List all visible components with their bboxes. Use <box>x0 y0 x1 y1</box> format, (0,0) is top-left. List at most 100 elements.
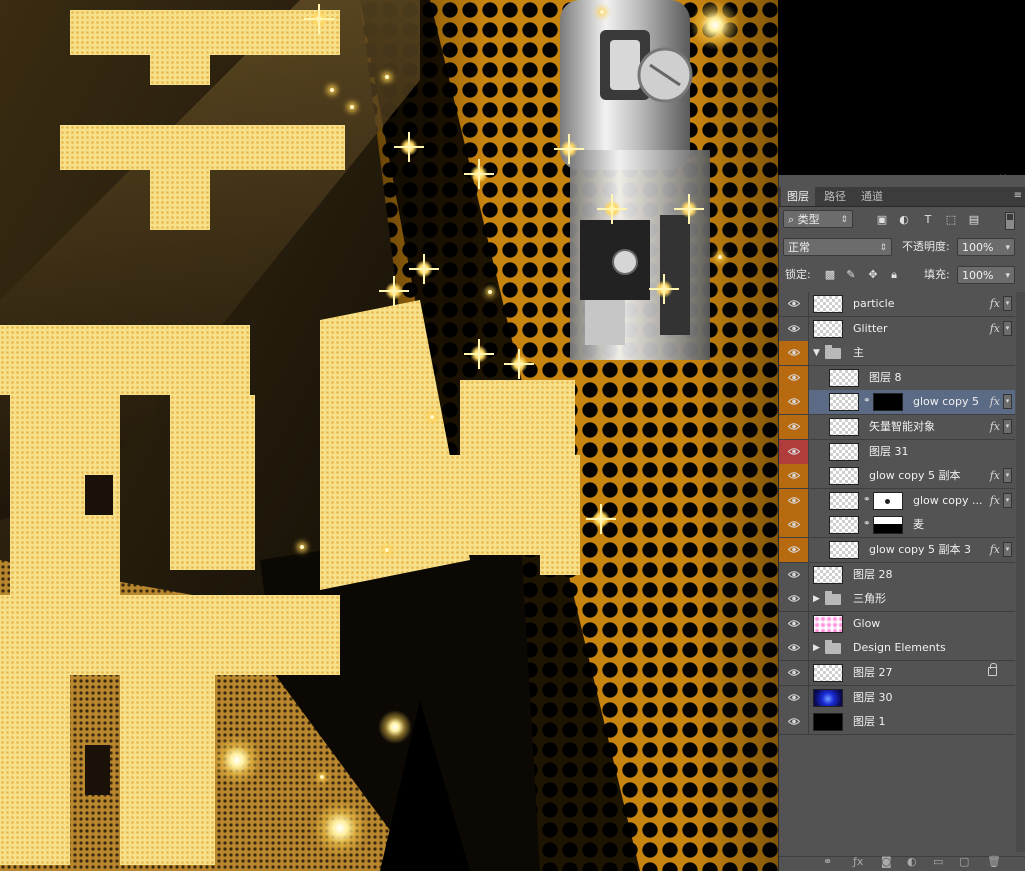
particle <box>430 415 434 419</box>
layer-effects-fx-icon[interactable]: fx <box>990 538 1000 562</box>
folder-icon <box>825 345 841 360</box>
effects-expand-icon[interactable]: ▾ <box>1003 492 1012 508</box>
layer-effects-fx-icon[interactable]: fx <box>990 489 1000 513</box>
effects-expand-icon[interactable]: ▾ <box>1003 542 1012 557</box>
visibility-eye-icon[interactable] <box>779 292 809 316</box>
shape-filter-icon[interactable]: ⬚ <box>944 213 958 227</box>
layer-thumbnail <box>829 491 859 510</box>
layer-thumbnail <box>829 442 859 461</box>
layer-group-row[interactable]: ▶ Design Elements <box>779 636 1015 662</box>
link-icon[interactable]: ⚭ <box>823 855 832 868</box>
visibility-eye-icon[interactable] <box>779 636 809 661</box>
mask-link-icon[interactable]: ⚭ <box>863 495 871 506</box>
blend-mode-select[interactable]: 正常 ⇕ <box>783 238 892 256</box>
visibility-eye-icon[interactable] <box>779 513 809 538</box>
mask-link-icon[interactable]: ⚭ <box>863 396 871 407</box>
layer-row[interactable]: glow copy 5 副本 3 fx ▾ <box>779 538 1015 563</box>
layer-mask-thumbnail[interactable] <box>873 516 903 535</box>
layer-group-row[interactable]: ▼ 主 <box>779 341 1015 367</box>
layer-row[interactable]: 图层 31 <box>779 439 1015 465</box>
visibility-eye-icon[interactable] <box>779 488 809 513</box>
visibility-eye-icon[interactable] <box>779 611 809 636</box>
layer-effects-fx-icon[interactable]: fx <box>990 464 1000 488</box>
filter-row: ⌕ 类型 ⇕ ▣ ◐ T ⬚ ▤ <box>783 210 1023 230</box>
particle <box>718 255 722 259</box>
visibility-eye-icon[interactable] <box>779 415 809 439</box>
sparkle <box>394 132 424 162</box>
layers-scrollbar[interactable] <box>1016 292 1025 852</box>
layer-mask-thumbnail[interactable] <box>873 491 903 510</box>
visibility-eye-icon[interactable] <box>779 365 809 390</box>
tab-paths[interactable]: 路径 <box>818 187 852 206</box>
layer-effects-fx-icon[interactable]: fx <box>990 292 1000 316</box>
particle <box>600 10 604 14</box>
layer-row[interactable]: 图层 8 <box>779 365 1015 391</box>
panel-menu-icon[interactable]: ≡ <box>1014 190 1022 201</box>
lock-all-icon[interactable]: 🔒︎ <box>887 268 901 282</box>
fill-field[interactable]: 100% ▾ <box>957 266 1015 284</box>
tab-channels[interactable]: 通道 <box>855 187 889 206</box>
tab-layers[interactable]: 图层 <box>781 187 815 206</box>
effects-expand-icon[interactable]: ▾ <box>1003 296 1012 311</box>
adjustment-icon[interactable]: ◐ <box>907 855 917 868</box>
document-canvas[interactable] <box>0 0 778 871</box>
filter-toggle[interactable] <box>1005 212 1015 230</box>
folder-icon[interactable]: ▭ <box>933 855 943 868</box>
new-layer-icon[interactable]: ▢ <box>959 855 969 868</box>
visibility-eye-icon[interactable] <box>779 439 809 464</box>
visibility-eye-icon[interactable] <box>779 538 809 562</box>
visibility-eye-icon[interactable] <box>779 710 809 735</box>
adjustment-filter-icon[interactable]: ◐ <box>897 213 911 227</box>
particle <box>385 75 389 79</box>
chevron-down-icon: ▾ <box>1005 271 1010 281</box>
layer-row[interactable]: 矢量智能对象 fx ▾ <box>779 415 1015 440</box>
layer-row[interactable]: 图层 27 <box>779 661 1015 686</box>
layer-row[interactable]: ⚭ 麦 <box>779 513 1015 539</box>
visibility-eye-icon[interactable] <box>779 341 809 366</box>
trash-icon[interactable]: 🗑︎ <box>987 855 1001 868</box>
visibility-eye-icon[interactable] <box>779 316 809 341</box>
layer-row[interactable]: ⚭ glow copy ... fx ▾ <box>779 488 1015 514</box>
filter-kind-select[interactable]: ⌕ 类型 ⇕ <box>783 210 853 228</box>
mask-icon[interactable]: ◙ <box>881 855 892 868</box>
layer-row[interactable]: particle fx ▾ <box>779 292 1015 317</box>
layer-row[interactable]: Glitter fx ▾ <box>779 316 1015 342</box>
visibility-eye-icon[interactable] <box>779 390 809 415</box>
visibility-eye-icon[interactable] <box>779 587 809 612</box>
particle <box>300 545 304 549</box>
fx-icon[interactable]: ƒx <box>853 855 863 868</box>
visibility-eye-icon[interactable] <box>779 464 809 489</box>
opacity-field[interactable]: 100% ▾ <box>957 238 1015 256</box>
effects-expand-icon[interactable]: ▾ <box>1003 419 1012 434</box>
layer-row[interactable]: 图层 1 <box>779 710 1015 736</box>
layer-mask-thumbnail[interactable] <box>873 393 903 412</box>
layer-row[interactable]: ⚭ glow copy 5 fx ▾ <box>779 390 1015 416</box>
lock-transparency-icon[interactable]: ▩ <box>823 268 837 282</box>
layer-effects-fx-icon[interactable]: fx <box>990 390 1000 414</box>
layer-row[interactable]: 图层 30 <box>779 685 1015 711</box>
visibility-eye-icon[interactable] <box>779 562 809 587</box>
particle <box>330 88 334 92</box>
lock-pixels-icon[interactable]: ✎ <box>844 268 858 282</box>
collapse-triangle-icon[interactable]: ▶ <box>813 636 820 660</box>
type-filter-icon[interactable]: T <box>921 213 935 227</box>
effects-expand-icon[interactable]: ▾ <box>1003 394 1012 410</box>
layer-row[interactable]: 图层 28 <box>779 562 1015 588</box>
layer-effects-fx-icon[interactable]: fx <box>990 415 1000 439</box>
layer-row[interactable]: glow copy 5 副本 fx ▾ <box>779 464 1015 490</box>
effects-expand-icon[interactable]: ▾ <box>1003 468 1012 484</box>
collapse-triangle-icon[interactable]: ▶ <box>813 587 820 611</box>
effects-expand-icon[interactable]: ▾ <box>1003 320 1012 336</box>
pixel-filter-icon[interactable]: ▣ <box>875 213 889 227</box>
smart-object-filter-icon[interactable]: ▤ <box>967 213 981 227</box>
layer-row[interactable]: Glow <box>779 611 1015 637</box>
layer-effects-fx-icon[interactable]: fx <box>990 317 1000 341</box>
layer-group-row[interactable]: ▶ 三角形 <box>779 587 1015 613</box>
expand-triangle-icon[interactable]: ▼ <box>813 341 820 365</box>
mask-link-icon[interactable]: ⚭ <box>863 519 871 530</box>
layers-panel: 图层 路径 通道 ≡ ⌕ 类型 ⇕ ▣ ◐ T ⬚ ▤ 正常 ⇕ 不透明度: 1… <box>778 175 1025 871</box>
visibility-eye-icon[interactable] <box>779 661 809 685</box>
layer-thumbnail <box>813 713 843 732</box>
lock-position-icon[interactable]: ✥ <box>866 268 880 282</box>
visibility-eye-icon[interactable] <box>779 685 809 710</box>
